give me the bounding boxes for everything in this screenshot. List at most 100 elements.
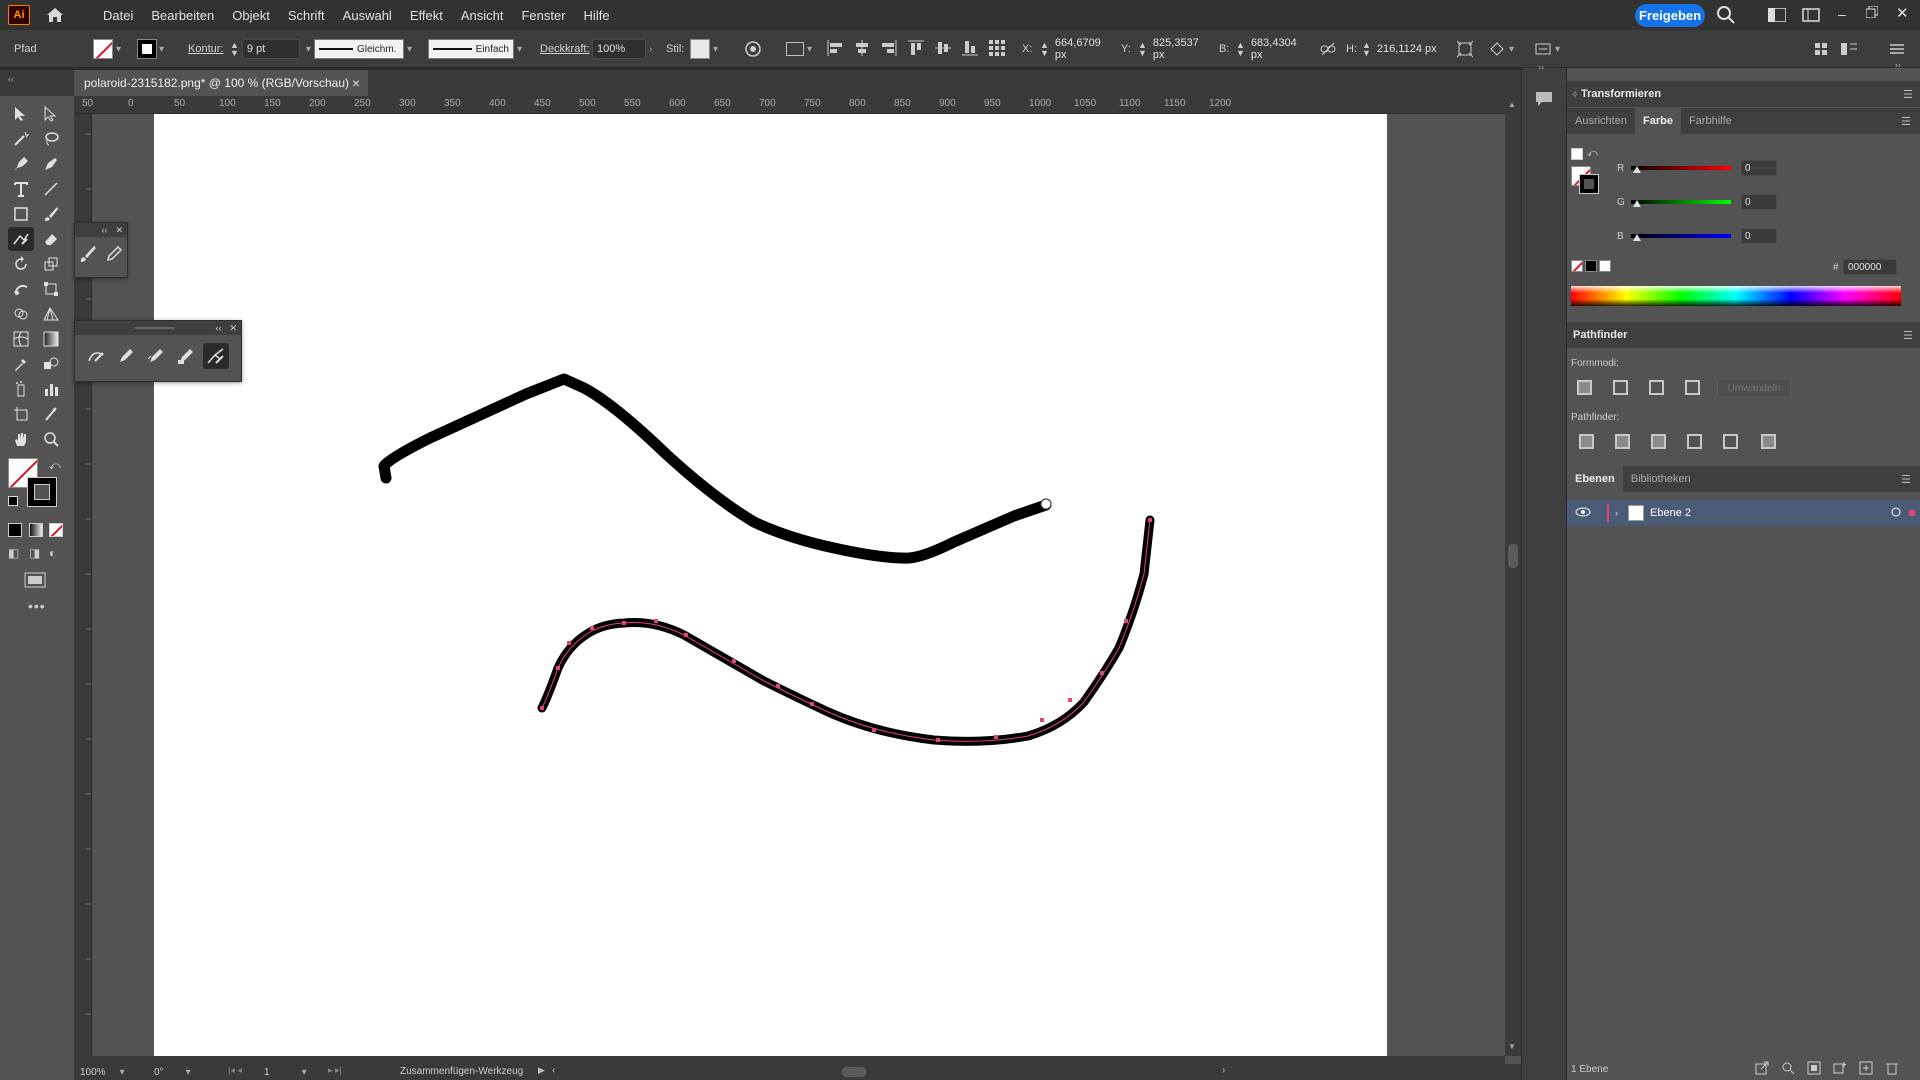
column-graph-tool-icon[interactable] [38,377,64,401]
opacity-input[interactable]: 100% [592,39,646,59]
swap-fill-stroke-icon[interactable]: ⤺ [49,460,61,473]
none-mode-icon[interactable] [49,523,63,537]
shape-builder-tool-icon[interactable] [8,302,34,326]
shaper-flyout-icon[interactable] [87,347,107,368]
smooth-tool-icon[interactable] [147,347,165,368]
blue-slider-handle[interactable] [1633,234,1641,241]
panel-menu-icon[interactable]: ☰ [1893,466,1919,492]
brush-select[interactable]: Einfach ▾ [428,30,522,68]
menu-auswahl[interactable]: Auswahl [334,8,401,23]
isolate-icon[interactable]: ▾ [1488,30,1514,68]
color-spectrum[interactable] [1571,286,1901,306]
collapse-icon[interactable]: ›› [1538,62,1544,72]
menu-objekt[interactable]: Objekt [223,8,279,23]
draw-behind-icon[interactable]: ◨ [29,546,40,560]
stepper-icon[interactable]: ▲ ▼ [1362,41,1371,58]
distribute-icon[interactable] [1840,30,1858,68]
panel-menu-icon[interactable]: ☰ [1893,108,1919,134]
green-slider[interactable] [1631,200,1731,204]
warp-tool-icon[interactable] [8,277,34,301]
red-input[interactable]: 0 [1741,160,1777,176]
lasso-tool-icon[interactable] [38,127,64,151]
hex-input[interactable]: 000000 [1843,259,1897,275]
expand-button[interactable]: Umwandeln [1717,378,1791,398]
close-icon[interactable]: ✕ [229,323,237,334]
scroll-right-icon[interactable]: › [1222,1065,1225,1076]
transform-panel-header[interactable]: ◊ Transformieren ☰ [1567,81,1920,107]
collapse-icon[interactable]: ‹‹ [8,74,14,84]
artboard-tool-icon[interactable] [8,402,34,426]
collapse-icon[interactable]: ‹‹ [101,225,107,235]
unite-icon[interactable] [1577,380,1592,395]
pencil-flyout-icon[interactable] [117,347,135,368]
selection-tool-icon[interactable] [8,102,34,126]
rotation-select[interactable]: 0° ▾ [154,1065,208,1079]
symbol-sprayer-tool-icon[interactable] [8,377,34,401]
red-slider-handle[interactable] [1633,166,1641,173]
gradient-mode-icon[interactable] [29,523,43,537]
curvature-tool-icon[interactable] [38,152,64,176]
export-icon[interactable] [1755,1061,1769,1078]
arrange-documents-icon[interactable] [1802,8,1820,25]
magic-wand-tool-icon[interactable] [8,127,34,151]
vertical-scrollbar[interactable]: ▲ ▼ [1505,96,1521,1056]
pen-tool-icon[interactable] [8,152,34,176]
menu-fenster[interactable]: Fenster [512,8,574,23]
align-left-icon[interactable] [826,39,844,60]
locate-object-icon[interactable] [1781,1061,1795,1078]
artboard[interactable] [154,114,1387,1056]
blue-slider[interactable] [1631,234,1731,238]
rectangle-tool-icon[interactable] [8,202,34,226]
opacity-field[interactable]: 100% › [592,30,652,68]
first-artboard-icon[interactable]: |◂ ◂ [228,1065,242,1076]
restore-icon[interactable] [1865,5,1879,21]
w-input[interactable]: 683,4304 px [1247,37,1315,61]
stepper-icon[interactable]: ▲ ▼ [230,41,239,58]
close-icon[interactable]: ✕ [115,225,123,236]
delete-layer-icon[interactable] [1885,1061,1899,1078]
x-field[interactable]: ▲ ▼ 664,6709 px [1040,30,1119,68]
tab-bibliotheken[interactable]: Bibliotheken [1623,466,1699,492]
vertical-scroll-thumb[interactable] [1508,544,1518,568]
minimize-icon[interactable]: – [1838,6,1846,22]
line-tool-icon[interactable] [38,177,64,201]
eyedropper-tool-icon[interactable] [8,352,34,376]
stepper-icon[interactable]: ▲ ▼ [1040,41,1049,58]
document-tab[interactable]: polaroid-2315182.png* @ 100 % (RGB/Vorsc… [74,70,368,96]
align-center-h-icon[interactable] [853,39,871,60]
path-eraser-tool-icon[interactable] [177,347,195,368]
blue-input[interactable]: 0 [1741,228,1777,244]
transform-each-icon[interactable] [1456,30,1474,68]
target-icon[interactable] [1891,507,1901,520]
artwork[interactable] [154,114,1387,1056]
h-field[interactable]: ▲ ▼ 216,1124 px [1362,30,1441,68]
tab-ausrichten[interactable]: Ausrichten [1567,108,1635,134]
stroke-weight-input[interactable]: 9 pt [241,39,300,59]
free-transform-tool-icon[interactable] [38,277,64,301]
minus-front-icon[interactable] [1613,380,1628,395]
blend-tool-icon[interactable] [38,352,64,376]
merge-icon[interactable] [1651,434,1666,449]
gradient-tool-icon[interactable] [38,327,64,351]
link-proportions-icon[interactable] [1320,30,1336,68]
style-select[interactable]: ▾ [690,30,718,68]
hand-tool-icon[interactable] [8,427,34,451]
expand-icon[interactable]: ◊ [1573,90,1577,99]
last-artboard-icon[interactable]: ▸ ▸| [328,1065,342,1076]
y-input[interactable]: 825,3537 px [1149,37,1217,61]
menu-ansicht[interactable]: Ansicht [452,8,513,23]
recolor-icon[interactable] [744,30,762,68]
black-swatch[interactable] [1585,260,1597,272]
panel-menu-icon[interactable]: ☰ [1903,329,1913,342]
red-slider[interactable] [1631,166,1731,170]
more-tools-icon[interactable]: ••• [28,598,46,614]
screen-mode-icon[interactable] [24,572,46,591]
stroke-profile-select[interactable]: Gleichm. ▾ [314,30,412,68]
crop-icon[interactable] [1687,434,1702,449]
color-mode-icon[interactable] [8,523,22,537]
zoom-tool-icon[interactable] [38,427,64,451]
tab-farbhilfe[interactable]: Farbhilfe [1681,108,1740,134]
black-stroke-path[interactable] [378,373,1052,564]
w-field[interactable]: ▲ ▼ 683,4304 px [1236,30,1315,68]
scroll-left-icon[interactable]: ‹ [552,1065,555,1076]
